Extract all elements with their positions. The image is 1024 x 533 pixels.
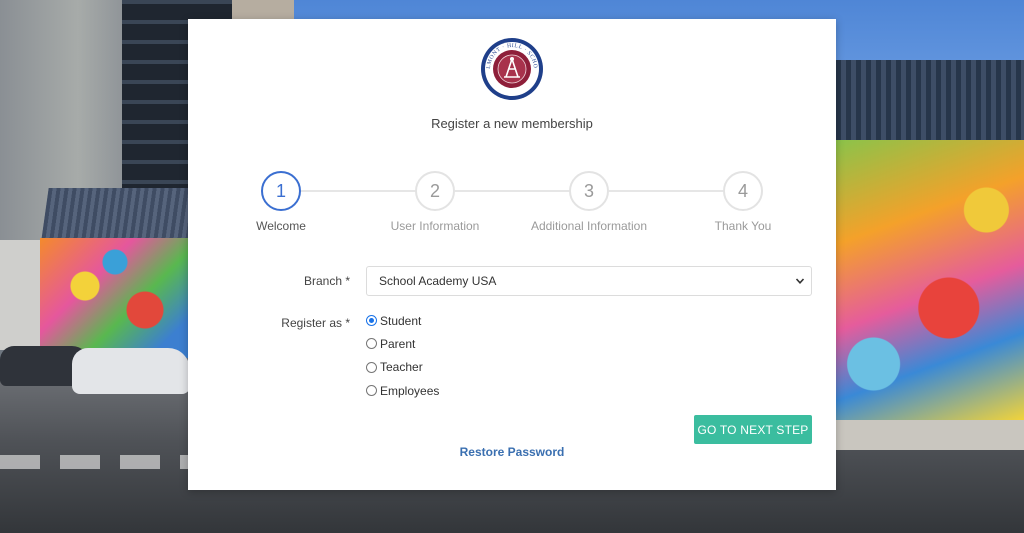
white-car	[72, 348, 190, 394]
registration-stepper: 1 Welcome 2 User Information 3 Additiona…	[188, 171, 836, 241]
right-mural-wall	[836, 140, 1024, 420]
radio-label: Teacher	[380, 360, 423, 375]
branch-select-value: School Academy USA	[379, 274, 497, 288]
white-building	[0, 240, 45, 350]
sidewalk	[836, 420, 1024, 450]
radio-option-employees[interactable]: Employees	[366, 379, 439, 402]
radio-label: Student	[380, 313, 422, 328]
step-number: 3	[569, 171, 609, 211]
left-mural-wall	[40, 238, 190, 358]
rooftop	[232, 0, 294, 20]
step-number: 4	[723, 171, 763, 211]
step-welcome[interactable]: 1 Welcome	[221, 171, 341, 233]
radio-option-student[interactable]: Student	[366, 309, 439, 332]
radio-button[interactable]	[366, 385, 377, 397]
branch-label: Branch *	[303, 274, 350, 288]
step-number: 2	[415, 171, 455, 211]
restore-password-link[interactable]: Restore Password	[188, 445, 836, 459]
step-number: 1	[261, 171, 301, 211]
radio-option-parent[interactable]: Parent	[366, 332, 439, 355]
school-seal-logo: BELMONT · HILL · SCHOOL	[480, 37, 543, 100]
left-metal-roof	[41, 188, 199, 240]
step-label: Welcome	[256, 219, 306, 233]
radio-option-teacher[interactable]: Teacher	[366, 356, 439, 379]
radio-button[interactable]	[366, 338, 377, 350]
go-to-next-step-button[interactable]: GO TO NEXT STEP	[694, 415, 812, 444]
radio-button[interactable]	[366, 315, 377, 327]
radio-button[interactable]	[366, 361, 377, 373]
page-title: Register a new membership	[431, 116, 593, 131]
radio-label: Employees	[380, 383, 440, 398]
register-as-radio-group: Student Parent Teacher Employees	[366, 309, 439, 402]
radio-label: Parent	[380, 336, 416, 351]
branch-select[interactable]: School Academy USA	[366, 266, 812, 296]
right-metal-roof	[836, 60, 1024, 142]
chevron-down-icon	[795, 278, 805, 284]
step-label: Additional Information	[530, 219, 648, 233]
step-additional-information[interactable]: 3 Additional Information	[529, 171, 649, 233]
register-as-label: Register as *	[281, 316, 350, 330]
crosswalk	[0, 455, 200, 469]
step-label: Thank You	[714, 219, 772, 233]
step-thank-you[interactable]: 4 Thank You	[683, 171, 803, 233]
step-user-information[interactable]: 2 User Information	[375, 171, 495, 233]
registration-card: BELMONT · HILL · SCHOOL Register a new m…	[188, 19, 836, 490]
step-label: User Information	[390, 219, 480, 233]
